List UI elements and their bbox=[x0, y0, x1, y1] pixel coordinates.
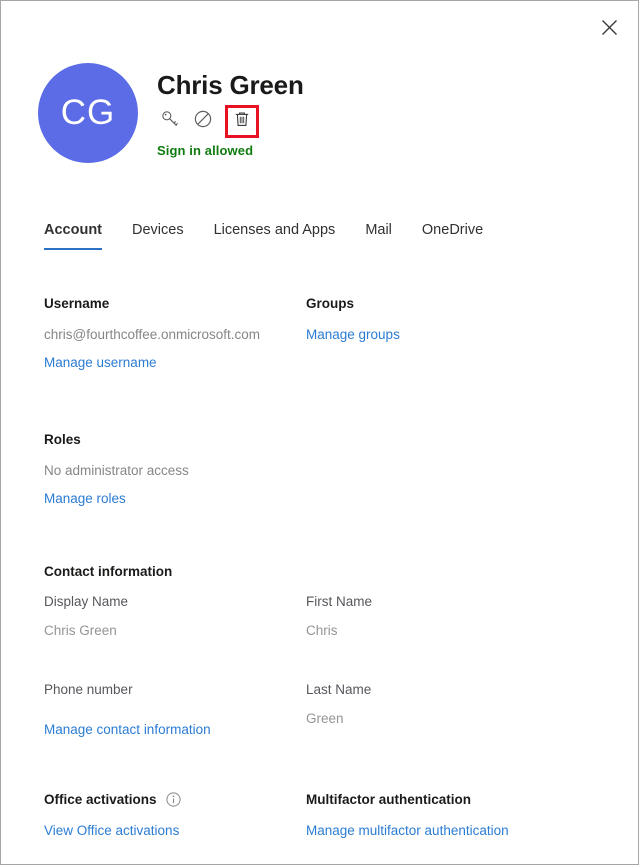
row-phone-lastname: Phone number Manage contact information … bbox=[44, 681, 604, 740]
field-last-name: Last Name Green bbox=[306, 681, 568, 740]
row-roles: Roles No administrator access Manage rol… bbox=[44, 432, 604, 510]
view-office-activations-link[interactable]: View Office activations bbox=[44, 821, 179, 841]
manage-username-link[interactable]: Manage username bbox=[44, 353, 157, 373]
tab-devices[interactable]: Devices bbox=[132, 222, 184, 250]
user-header-text: Chris Green Sign in allowed bbox=[157, 63, 304, 158]
tab-account[interactable]: Account bbox=[44, 222, 102, 250]
account-tab-content: Username chris@fourthcoffee.onmicrosoft.… bbox=[44, 296, 604, 841]
manage-multifactor-authentication-link[interactable]: Manage multifactor authentication bbox=[306, 821, 509, 841]
tab-licenses-and-apps[interactable]: Licenses and Apps bbox=[214, 222, 336, 250]
reset-password-button[interactable] bbox=[155, 107, 185, 137]
avatar-initials: CG bbox=[60, 93, 116, 132]
tab-mail[interactable]: Mail bbox=[365, 222, 392, 250]
info-icon[interactable] bbox=[165, 792, 181, 807]
section-groups: Groups Manage groups bbox=[306, 296, 568, 374]
section-office-activations: Office activations View Office activatio… bbox=[44, 792, 306, 841]
phone-number-label: Phone number bbox=[44, 681, 133, 697]
manage-groups-link[interactable]: Manage groups bbox=[306, 325, 400, 345]
row-office-mfa: Office activations View Office activatio… bbox=[44, 792, 604, 841]
section-title-roles: Roles bbox=[44, 431, 81, 447]
close-button[interactable] bbox=[588, 7, 630, 47]
manage-contact-information-link[interactable]: Manage contact information bbox=[44, 720, 211, 740]
status-badge: Sign in allowed bbox=[157, 142, 254, 158]
user-details-panel: CG Chris Green Sign in allowed Account D… bbox=[0, 0, 639, 865]
key-icon bbox=[160, 109, 180, 134]
block-icon bbox=[193, 109, 213, 134]
tab-bar: Account Devices Licenses and Apps Mail O… bbox=[44, 222, 618, 250]
section-username: Username chris@fourthcoffee.onmicrosoft.… bbox=[44, 296, 306, 374]
page-title: Chris Green bbox=[157, 70, 304, 100]
section-title-office-activations: Office activations bbox=[44, 792, 306, 807]
user-action-toolbar bbox=[155, 105, 304, 139]
close-icon bbox=[601, 19, 618, 36]
section-title-multifactor-authentication: Multifactor authentication bbox=[306, 791, 471, 807]
field-display-name: Display Name Chris Green bbox=[44, 593, 306, 641]
display-name-label: Display Name bbox=[44, 594, 129, 609]
last-name-label: Last Name bbox=[306, 681, 372, 697]
display-name-value: Chris Green bbox=[44, 622, 117, 638]
manage-roles-link[interactable]: Manage roles bbox=[44, 489, 126, 509]
section-title-groups: Groups bbox=[306, 296, 355, 311]
section-roles-right-empty bbox=[306, 432, 568, 510]
user-header: CG Chris Green Sign in allowed bbox=[38, 63, 304, 163]
avatar: CG bbox=[38, 63, 138, 163]
section-roles: Roles No administrator access Manage rol… bbox=[44, 432, 306, 510]
roles-value: No administrator access bbox=[44, 462, 189, 478]
block-signin-button[interactable] bbox=[188, 107, 218, 137]
row-names: Display Name Chris Green First Name Chri… bbox=[44, 593, 604, 641]
section-contact-right-empty bbox=[306, 564, 568, 593]
first-name-value: Chris bbox=[306, 622, 338, 638]
section-multifactor-authentication: Multifactor authentication Manage multif… bbox=[306, 792, 568, 841]
section-title-username: Username bbox=[44, 296, 110, 311]
field-first-name: First Name Chris bbox=[306, 593, 568, 641]
trash-icon bbox=[233, 110, 251, 133]
office-activations-title-text: Office activations bbox=[44, 791, 157, 807]
delete-user-button[interactable] bbox=[225, 105, 259, 139]
last-name-value: Green bbox=[306, 710, 344, 726]
row-username-groups: Username chris@fourthcoffee.onmicrosoft.… bbox=[44, 296, 604, 374]
tab-onedrive[interactable]: OneDrive bbox=[422, 222, 483, 250]
section-title-contact-information: Contact information bbox=[44, 564, 173, 579]
first-name-label: First Name bbox=[306, 594, 373, 609]
row-contact-title: Contact information bbox=[44, 564, 604, 593]
section-contact-information: Contact information bbox=[44, 564, 306, 593]
field-phone-number: Phone number Manage contact information bbox=[44, 681, 306, 740]
username-value: chris@fourthcoffee.onmicrosoft.com bbox=[44, 327, 261, 342]
